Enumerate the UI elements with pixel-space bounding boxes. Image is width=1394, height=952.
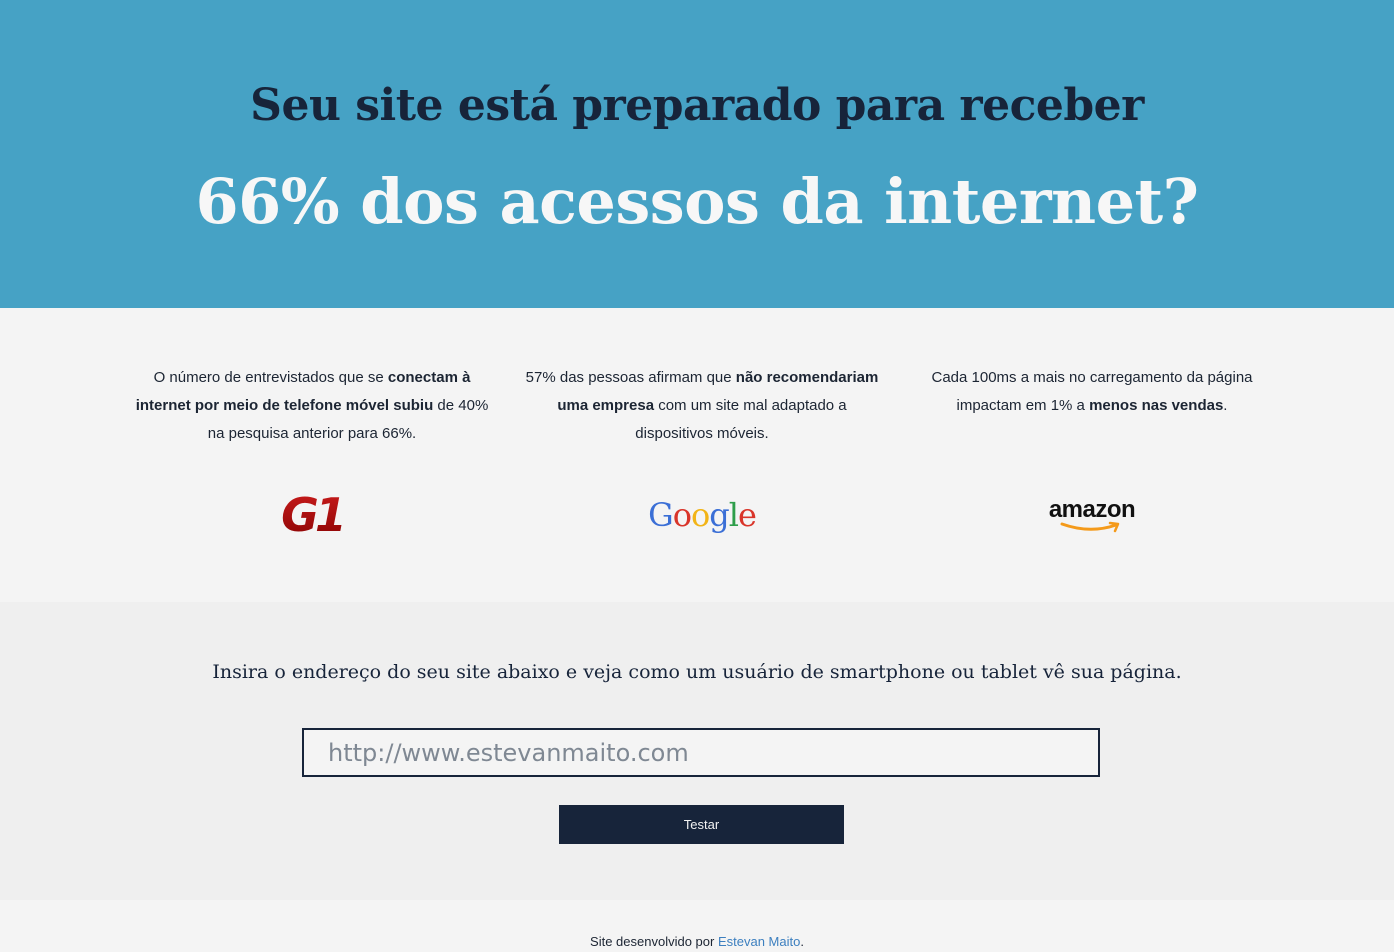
g1-logo-text: G1 [281, 488, 347, 542]
footer: Site desenvolvido por Estevan Maito. [0, 900, 1394, 952]
stat-text-amazon: Cada 100ms a mais no carregamento da pág… [931, 369, 1253, 414]
amazon-logo: amazon [1032, 492, 1152, 538]
footer-credit: Site desenvolvido por Estevan Maito. [590, 934, 804, 949]
amazon-smile-icon [1060, 521, 1120, 533]
g1-logo: G1 [270, 492, 354, 538]
hero-subtitle: 66% dos acessos da internet? [195, 165, 1199, 238]
google-letter: g [709, 496, 730, 534]
google-letter: e [737, 496, 757, 534]
google-letter: o [672, 496, 692, 534]
stat-text-google: 57% das pessoas afirmam que não recomend… [525, 369, 879, 442]
stats-section: O número de entrevistados que se conecta… [0, 308, 1394, 602]
google-letter: o [690, 496, 710, 534]
site-tester-section: Insira o endereço do seu site abaixo e v… [0, 602, 1394, 900]
author-link[interactable]: Estevan Maito [718, 934, 800, 949]
hero-banner: Seu site está preparado para receber 66%… [0, 0, 1394, 308]
google-logo-text: Google [648, 495, 757, 535]
url-input[interactable] [302, 728, 1100, 777]
google-logo: Google [640, 492, 764, 538]
google-letter: G [648, 496, 674, 534]
tester-heading: Insira o endereço do seu site abaixo e v… [212, 661, 1182, 683]
stat-text-g1: O número de entrevistados que se conecta… [135, 369, 489, 442]
test-button[interactable]: Testar [559, 805, 844, 844]
hero-title: Seu site está preparado para receber [250, 80, 1144, 131]
google-letter: l [728, 496, 739, 534]
